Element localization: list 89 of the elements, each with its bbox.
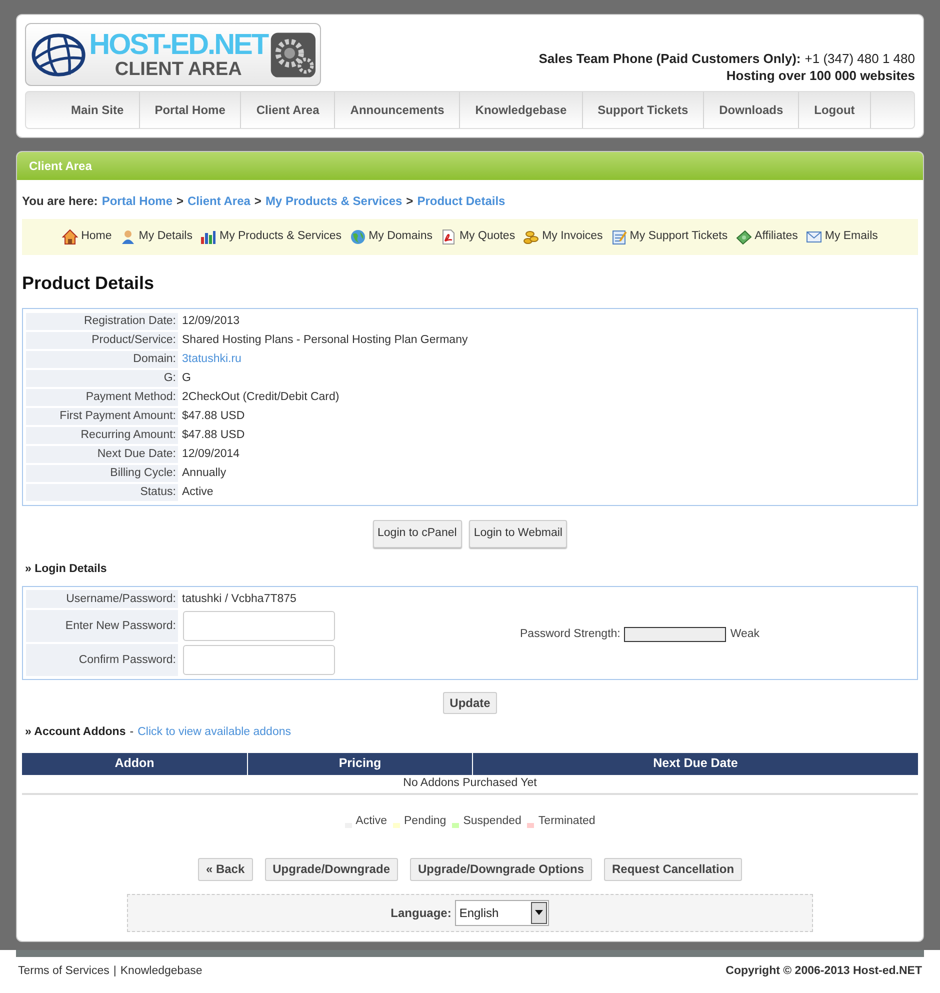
field-value: tatushki / Vcbha7T875: [181, 592, 296, 607]
field-label: Billing Cycle:: [26, 465, 178, 482]
field-value: G: [181, 370, 191, 386]
copyright: Copyright © 2006-2013 Host-ed.NET: [726, 964, 922, 979]
breadcrumb-separator: >: [406, 193, 414, 210]
nav-link[interactable]: Logout: [799, 92, 871, 128]
action-button[interactable]: Upgrade/Downgrade Options: [410, 858, 592, 881]
quick-link[interactable]: My Products & Services: [219, 228, 342, 246]
caret-icon: [535, 910, 544, 916]
footer-link[interactable]: Knowledgebase: [120, 963, 202, 980]
field-label: Username/Password:: [26, 590, 178, 608]
action-button[interactable]: Request Cancellation: [604, 858, 742, 881]
nav-link[interactable]: Announcements: [335, 92, 460, 128]
column-header: Pricing: [247, 752, 472, 774]
language-label: Language:: [390, 904, 452, 922]
phone-label: Sales Team Phone (Paid Customers Only):: [538, 50, 801, 67]
strength-reading: Weak: [730, 627, 760, 642]
login-button[interactable]: Login to cPanel: [372, 520, 462, 548]
quick-link[interactable]: My Quotes: [459, 228, 516, 246]
person-icon: [120, 229, 136, 245]
nav-link[interactable]: Knowledgebase: [460, 92, 583, 128]
field-value: 12/09/2014: [181, 446, 240, 462]
footer-link[interactable]: Terms of Services: [18, 963, 110, 980]
quick-link[interactable]: My Support Tickets: [630, 228, 728, 246]
field-value: 2CheckOut (Credit/Debit Card): [181, 390, 340, 405]
legend-label: Active: [356, 814, 387, 828]
field-value: $47.88 USD: [181, 428, 245, 443]
tagline: Hosting over 100 000 websites: [725, 67, 915, 84]
language-select[interactable]: English: [455, 900, 550, 926]
field-label: Confirm Password:: [26, 644, 178, 676]
field-label: First Payment Amount:: [26, 408, 178, 425]
logo-title: HOST-ED.NET: [89, 30, 268, 60]
nav-link[interactable]: Downloads: [704, 92, 800, 128]
logo-subtitle: CLIENT AREA: [114, 60, 242, 78]
field-label: Enter New Password:: [26, 610, 178, 642]
action-button[interactable]: « Back: [198, 858, 253, 881]
legend-label: Suspended: [463, 814, 522, 828]
field-label: Recurring Amount:: [26, 427, 178, 444]
field-label: Password Strength:: [520, 627, 620, 642]
phone-number: +1 (347) 480 1 480: [804, 50, 915, 67]
empty-message: No Addons Purchased Yet: [22, 774, 918, 794]
bar-chart-icon: [200, 229, 216, 245]
separator: -: [130, 725, 134, 740]
banknote-icon: [736, 229, 752, 245]
field-value: 12/09/2013: [181, 314, 240, 329]
document-icon: [440, 229, 456, 245]
panel-title: Client Area: [17, 152, 923, 180]
column-header: Addon: [114, 755, 156, 772]
legend-label: Terminated: [538, 814, 596, 828]
quick-link[interactable]: Home: [81, 228, 112, 246]
quick-link[interactable]: My Domains: [368, 228, 432, 246]
section-heading: » Account Addons: [25, 725, 126, 740]
notepad-icon: [610, 229, 627, 245]
nav-link[interactable]: Portal Home: [140, 92, 242, 128]
update-button[interactable]: Update: [442, 692, 498, 714]
nav-link[interactable]: Support Tickets: [582, 92, 704, 128]
quick-link[interactable]: My Details: [138, 228, 192, 246]
field-value: Shared Hosting Plans - Personal Hosting Plan Germany: [181, 332, 468, 348]
breadcrumb-label: You are here:: [22, 193, 98, 210]
field-value: Active: [181, 484, 214, 500]
legend-label: Pending: [404, 814, 446, 828]
password-field[interactable]: [183, 645, 335, 676]
field-label: Payment Method:: [26, 389, 178, 406]
column-header: Next Due Date: [472, 752, 918, 774]
home-icon: [62, 229, 78, 245]
section-heading: » Login Details: [24, 562, 108, 577]
field-label: G:: [26, 370, 178, 387]
breadcrumb-separator: >: [254, 193, 262, 210]
field-label: Domain:: [26, 351, 178, 368]
breadcrumb-separator: >: [176, 193, 184, 210]
page-title: Product Details: [22, 272, 156, 294]
quick-link[interactable]: My Emails: [824, 228, 878, 246]
nav-link[interactable]: Client Area: [241, 92, 336, 128]
field-label: Next Due Date:: [26, 446, 178, 463]
globe-icon: [350, 229, 366, 245]
quick-link[interactable]: My Invoices: [542, 228, 603, 246]
envelope-icon: [806, 229, 822, 245]
password-field[interactable]: [183, 611, 335, 642]
field-label: Registration Date:: [26, 313, 178, 330]
action-button[interactable]: Upgrade/Downgrade: [264, 858, 398, 881]
field-value: $47.88 USD: [181, 408, 245, 424]
field-value: Annually: [181, 466, 226, 481]
quick-link[interactable]: Affiliates: [754, 228, 798, 246]
separator: |: [113, 964, 116, 979]
nav-link[interactable]: Main Site: [56, 92, 140, 128]
field-label: Status:: [26, 484, 178, 501]
login-button[interactable]: Login to Webmail: [468, 520, 568, 548]
field-label: Product/Service:: [26, 332, 178, 349]
coins-icon: [523, 229, 540, 245]
